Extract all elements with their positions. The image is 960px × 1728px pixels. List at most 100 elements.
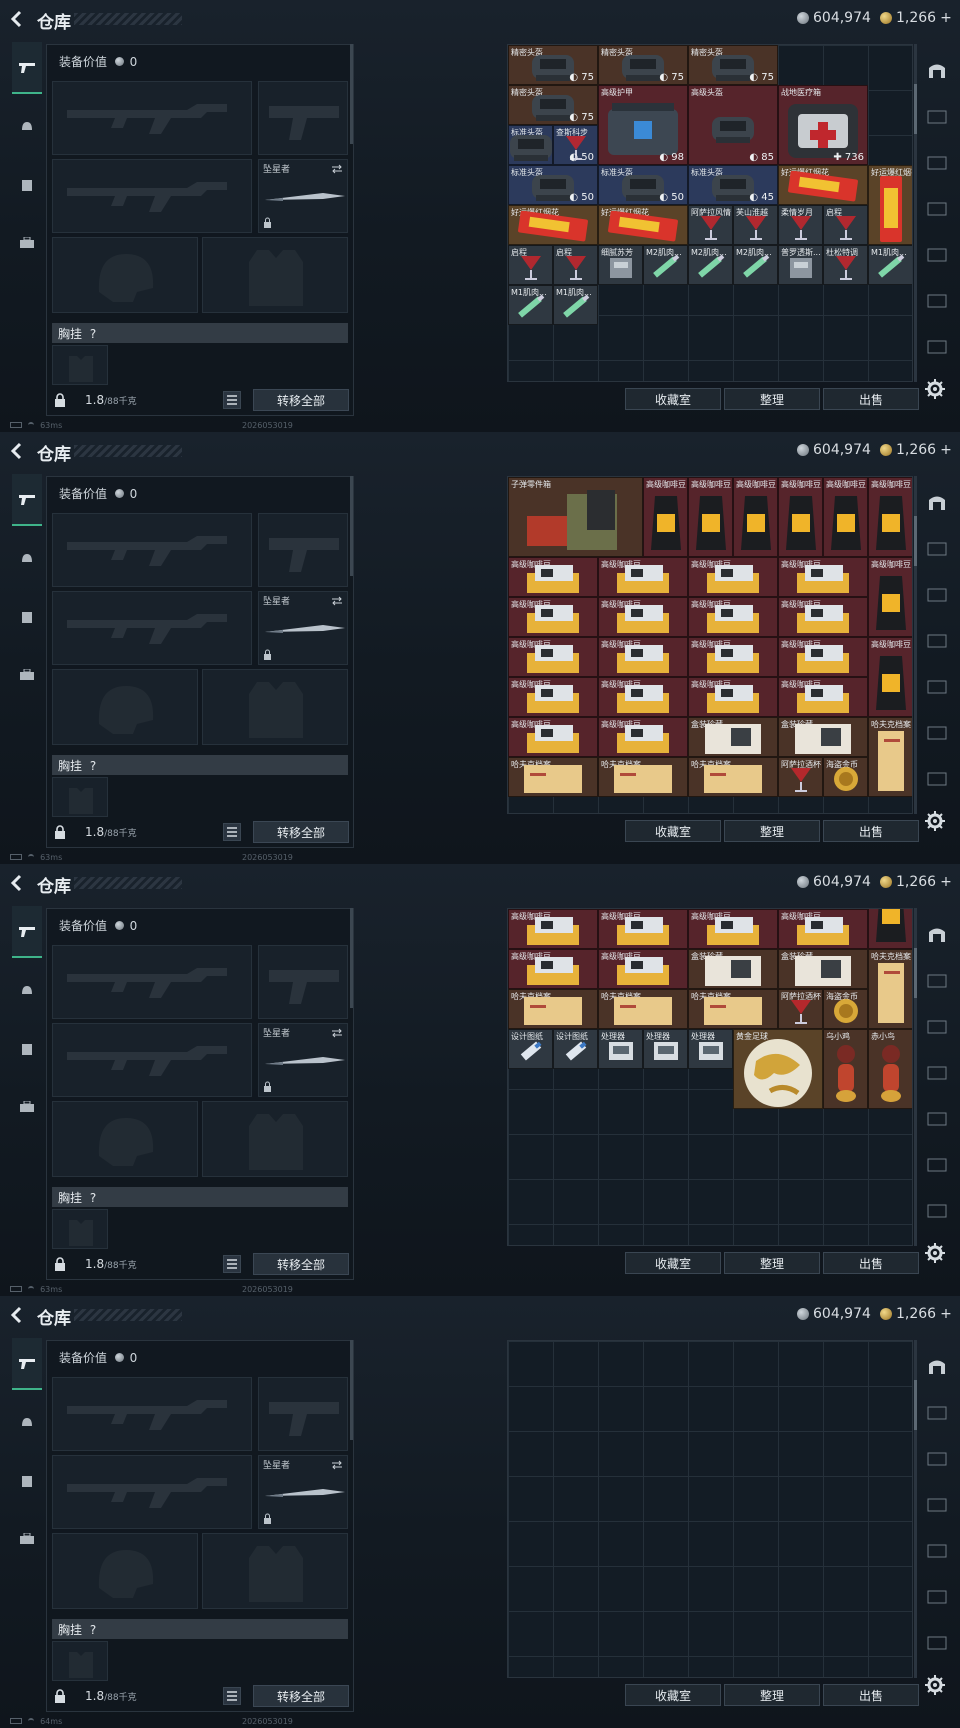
stash-item[interactable]: 高级咖啡豆: [598, 717, 688, 757]
back-arrow-icon[interactable]: [8, 442, 26, 460]
stash-item[interactable]: 好运爆红烟花: [778, 165, 868, 205]
stash-scrollbar-thumb[interactable]: [914, 84, 917, 134]
equipment-scrollbar[interactable]: [350, 908, 353, 1008]
stash-item[interactable]: 标准头盔 ◐ 50: [598, 165, 688, 205]
stash-item[interactable]: 高级咖啡豆: [778, 637, 868, 677]
stash-item[interactable]: M1肌肉...: [508, 285, 553, 325]
stash-item[interactable]: 高级咖啡豆: [868, 557, 912, 637]
gold-currency[interactable]: 1,266 +: [880, 874, 952, 890]
stash-item[interactable]: 哈夫克档案: [688, 989, 778, 1029]
stash-item[interactable]: 哈夫克档案: [508, 989, 598, 1029]
stash-item[interactable]: 高级咖啡豆: [508, 637, 598, 677]
stash-item[interactable]: 高级咖啡豆: [598, 637, 688, 677]
settings-gear-icon[interactable]: [924, 378, 946, 400]
stash-item[interactable]: 精密头盔 ◐ 75: [508, 85, 598, 125]
helmet-slot[interactable]: [52, 1533, 198, 1609]
tab-armor[interactable]: [12, 976, 42, 1006]
primary-weapon-slot[interactable]: [52, 1377, 252, 1451]
secondary-weapon-slot[interactable]: [52, 1023, 252, 1097]
sort-button[interactable]: 整理: [724, 1252, 820, 1274]
stash-item[interactable]: 赤小鸟: [868, 1029, 912, 1109]
stash-item[interactable]: M1肌肉...: [553, 285, 598, 325]
chest-rig-help-icon[interactable]: ?: [90, 759, 96, 773]
stash-item[interactable]: 查斯科步 ◐ 50: [553, 125, 598, 165]
stash-scrollbar-thumb[interactable]: [914, 516, 917, 566]
stash-item[interactable]: 海盗金币: [823, 757, 868, 797]
stash-item[interactable]: 哈夫克档案: [868, 949, 912, 1029]
lock-icon[interactable]: [54, 1689, 66, 1703]
sort-button[interactable]: 整理: [724, 820, 820, 842]
stash-item[interactable]: 高级咖啡豆: [778, 677, 868, 717]
stash-page-7[interactable]: [922, 1196, 952, 1224]
stash-item[interactable]: 哈夫克档案: [868, 717, 912, 797]
settings-gear-icon[interactable]: [924, 1242, 946, 1264]
add-gold-icon[interactable]: +: [940, 874, 952, 890]
stash-page-1[interactable]: [922, 488, 952, 516]
swap-icon[interactable]: [331, 1460, 343, 1470]
list-view-button[interactable]: [223, 823, 241, 841]
stash-item[interactable]: 芙山淮越: [733, 205, 778, 245]
stash-page-1[interactable]: [922, 1352, 952, 1380]
stash-page-2[interactable]: [922, 1398, 952, 1426]
chest-rig-slot[interactable]: [52, 345, 108, 385]
stash-page-7[interactable]: [922, 764, 952, 792]
swap-icon[interactable]: [331, 164, 343, 174]
chest-rig-slot[interactable]: [52, 1641, 108, 1681]
pistol-slot[interactable]: [258, 945, 348, 1019]
tab-gear[interactable]: [12, 170, 42, 200]
armor-slot[interactable]: [202, 1533, 348, 1609]
melee-slot[interactable]: 坠星者: [258, 1023, 348, 1097]
stash-scrollbar[interactable]: [914, 476, 917, 814]
stash-scrollbar[interactable]: [914, 908, 917, 1246]
pistol-slot[interactable]: [258, 81, 348, 155]
stash-item[interactable]: 标准头盔 ◐ 45: [688, 165, 778, 205]
collection-room-button[interactable]: 收藏室: [625, 820, 721, 842]
stash-page-3[interactable]: [922, 1012, 952, 1040]
stash-page-4[interactable]: [922, 626, 952, 654]
chest-rig-help-icon[interactable]: ?: [90, 327, 96, 341]
stash-item[interactable]: 启程: [553, 245, 598, 285]
stash-item[interactable]: 处理器: [598, 1029, 643, 1069]
add-gold-icon[interactable]: +: [940, 442, 952, 458]
stash-item[interactable]: [868, 909, 912, 949]
stash-item[interactable]: 普罗透斯...: [778, 245, 823, 285]
lock-icon[interactable]: [54, 393, 66, 407]
stash-item[interactable]: 战地医疗箱 ✚ 736: [778, 85, 868, 165]
sell-button[interactable]: 出售: [823, 820, 919, 842]
stash-grid[interactable]: 高级咖啡豆高级咖啡豆高级咖啡豆高级咖啡豆高级咖啡豆高级咖啡豆盒装珍藏盒装珍藏哈夫…: [507, 908, 913, 1246]
sell-button[interactable]: 出售: [823, 1252, 919, 1274]
stash-item[interactable]: 哈夫克档案: [688, 757, 778, 797]
stash-item[interactable]: 哈夫克档案: [598, 989, 688, 1029]
stash-page-3[interactable]: [922, 1444, 952, 1472]
stash-item[interactable]: 启程: [508, 245, 553, 285]
stash-page-2[interactable]: [922, 534, 952, 562]
stash-item[interactable]: M2肌肉...: [733, 245, 778, 285]
stash-item[interactable]: 高级咖啡豆: [508, 677, 598, 717]
secondary-weapon-slot[interactable]: [52, 591, 252, 665]
gold-currency[interactable]: 1,266 +: [880, 1306, 952, 1322]
stash-item[interactable]: 处理器: [688, 1029, 733, 1069]
stash-item[interactable]: 好运爆红烟花: [508, 205, 598, 245]
collection-room-button[interactable]: 收藏室: [625, 388, 721, 410]
stash-item[interactable]: 高级咖啡豆: [508, 557, 598, 597]
sort-button[interactable]: 整理: [724, 1684, 820, 1706]
armor-slot[interactable]: [202, 1101, 348, 1177]
stash-page-2[interactable]: [922, 966, 952, 994]
list-view-button[interactable]: [223, 1255, 241, 1273]
stash-grid[interactable]: 子弹零件箱 高级咖啡豆 高级咖啡豆 高级咖啡豆 高级咖啡豆 高级咖啡豆 高级咖啡豆 高级咖啡豆…: [507, 476, 913, 814]
tab-bag[interactable]: [12, 660, 42, 690]
sell-button[interactable]: 出售: [823, 388, 919, 410]
armor-slot[interactable]: [202, 237, 348, 313]
stash-item[interactable]: 高级咖啡豆: [868, 637, 912, 717]
stash-item[interactable]: 启程: [823, 205, 868, 245]
stash-item[interactable]: 精密头盔 ◐ 75: [598, 45, 688, 85]
stash-scrollbar[interactable]: [914, 44, 917, 382]
tab-weapons[interactable]: [12, 1338, 42, 1390]
sell-button[interactable]: 出售: [823, 1684, 919, 1706]
stash-item[interactable]: 高级咖啡豆: [508, 597, 598, 637]
transfer-all-button[interactable]: 转移全部: [253, 1685, 349, 1707]
stash-item[interactable]: 高级咖啡豆: [778, 557, 868, 597]
transfer-all-button[interactable]: 转移全部: [253, 821, 349, 843]
tab-bag[interactable]: [12, 1524, 42, 1554]
stash-item[interactable]: 高级咖啡豆: [598, 909, 688, 949]
